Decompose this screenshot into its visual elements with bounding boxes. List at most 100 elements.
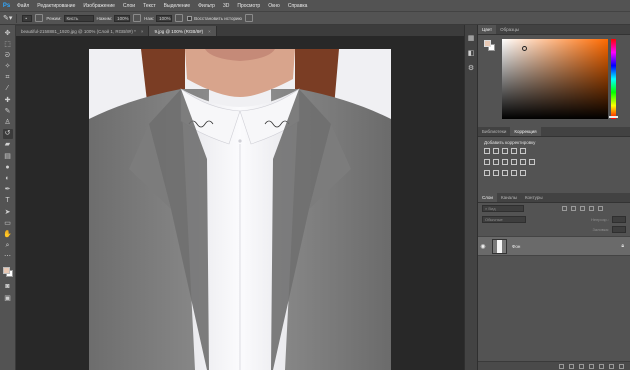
properties-panel-icon[interactable]: ◧: [467, 48, 476, 57]
actions-panel-icon[interactable]: ⚙: [467, 63, 476, 72]
brightness-contrast-icon[interactable]: [484, 148, 490, 154]
levels-icon[interactable]: [493, 148, 499, 154]
layer-row[interactable]: ◉ Фон 🔒︎: [478, 236, 630, 256]
menu-help[interactable]: Справка: [284, 3, 312, 9]
quick-select-tool-icon[interactable]: ✧: [3, 62, 13, 72]
type-tool-icon[interactable]: T: [3, 196, 13, 206]
mode-select[interactable]: Кисть: [63, 14, 94, 22]
photo-filter-icon[interactable]: [511, 159, 517, 165]
gradient-map-icon[interactable]: [511, 170, 517, 176]
blend-mode-select[interactable]: Обычные: [482, 215, 526, 223]
brush-preset-picker[interactable]: •: [20, 14, 33, 22]
layer-filter-select[interactable]: ⌕ Вид: [482, 205, 524, 212]
move-tool-icon[interactable]: ✥: [3, 28, 13, 38]
quick-mask-icon[interactable]: ◙: [3, 282, 13, 292]
gradient-tool-icon[interactable]: ▤: [3, 151, 13, 161]
tab-swatches[interactable]: Образцы: [496, 25, 523, 34]
close-icon[interactable]: ×: [141, 29, 144, 34]
menu-file[interactable]: Файл: [13, 3, 33, 9]
menu-view[interactable]: Просмотр: [233, 3, 264, 9]
new-group-icon[interactable]: [599, 363, 604, 369]
channel-mixer-icon[interactable]: [520, 159, 526, 165]
hue-slider-handle[interactable]: [609, 116, 618, 118]
exposure-icon[interactable]: [511, 148, 517, 154]
menu-type[interactable]: Текст: [139, 3, 160, 9]
tab-layers[interactable]: Слои: [478, 193, 497, 202]
color-panel-swatches[interactable]: [484, 40, 496, 52]
fill-field[interactable]: [612, 225, 626, 233]
layer-style-icon[interactable]: [569, 363, 574, 369]
adjustment-layer-icon[interactable]: [589, 363, 594, 369]
crop-tool-icon[interactable]: ⌗: [3, 73, 13, 83]
menu-3d[interactable]: 3D: [219, 3, 233, 9]
eyedropper-tool-icon[interactable]: ⁄: [3, 84, 13, 94]
document-tab[interactable]: beautiful-2158881_1920.jpg @ 100% (Слой …: [16, 26, 150, 36]
type-filter-icon[interactable]: [580, 206, 585, 211]
smart-object-filter-icon[interactable]: [598, 206, 603, 211]
pressure-size-icon[interactable]: [244, 14, 253, 22]
airbrush-icon[interactable]: [175, 14, 184, 22]
menu-image[interactable]: Изображение: [79, 3, 119, 9]
layer-name[interactable]: Фон: [512, 244, 520, 249]
history-brush-tool-icon[interactable]: ✎▾: [3, 14, 12, 22]
menu-edit[interactable]: Редактирование: [33, 3, 79, 9]
eraser-tool-icon[interactable]: ▰: [3, 140, 13, 150]
threshold-icon[interactable]: [502, 170, 508, 176]
menu-window[interactable]: Окно: [264, 3, 284, 9]
menu-filter[interactable]: Фильтр: [194, 3, 219, 9]
invert-icon[interactable]: [484, 170, 490, 176]
color-swatches[interactable]: [2, 266, 14, 278]
canvas-area[interactable]: [16, 36, 464, 370]
tab-adjustments[interactable]: Коррекция: [510, 127, 541, 136]
healing-brush-tool-icon[interactable]: ✚: [3, 95, 13, 105]
new-layer-icon[interactable]: [609, 363, 614, 369]
pen-tool-icon[interactable]: ✒: [3, 185, 13, 195]
document-tab-active[interactable]: 9.jpg @ 100% (RGB/8#) ×: [149, 26, 217, 36]
brush-tool-icon[interactable]: ✎: [3, 106, 13, 116]
more-tools-icon[interactable]: ⋯: [3, 252, 13, 262]
vibrance-icon[interactable]: [520, 148, 526, 154]
dodge-tool-icon[interactable]: ◐: [3, 173, 13, 183]
add-mask-icon[interactable]: [579, 363, 584, 369]
pressure-opacity-icon[interactable]: [133, 14, 142, 22]
opacity-field[interactable]: [612, 215, 626, 223]
tab-paths[interactable]: Контуры: [521, 193, 547, 202]
close-icon[interactable]: ×: [208, 29, 211, 34]
color-lookup-icon[interactable]: [529, 159, 535, 165]
curves-icon[interactable]: [502, 148, 508, 154]
shape-filter-icon[interactable]: [589, 206, 594, 211]
hue-slider[interactable]: [611, 39, 616, 119]
tab-channels[interactable]: Каналы: [497, 193, 521, 202]
tab-libraries[interactable]: Библиотеки: [478, 127, 510, 136]
path-selection-tool-icon[interactable]: ➤: [3, 207, 13, 217]
zoom-tool-icon[interactable]: ⌕: [3, 241, 13, 251]
hue-saturation-icon[interactable]: [484, 159, 490, 165]
rectangle-tool-icon[interactable]: ▭: [3, 218, 13, 228]
blur-tool-icon[interactable]: ●: [3, 162, 13, 172]
lasso-tool-icon[interactable]: ᘐ: [3, 50, 13, 60]
pixel-filter-icon[interactable]: [562, 206, 567, 211]
foreground-color-swatch[interactable]: [2, 266, 10, 274]
black-white-icon[interactable]: [502, 159, 508, 165]
restore-history-checkbox[interactable]: [187, 15, 193, 21]
foreground-color-swatch[interactable]: [484, 40, 491, 47]
clone-stamp-tool-icon[interactable]: ♙: [3, 118, 13, 128]
document-image[interactable]: [89, 49, 391, 370]
color-picker-cursor[interactable]: [522, 46, 527, 51]
brush-panel-icon[interactable]: [35, 14, 44, 22]
color-balance-icon[interactable]: [493, 159, 499, 165]
marquee-tool-icon[interactable]: ⬚: [3, 39, 13, 49]
menu-layers[interactable]: Слои: [119, 3, 139, 9]
color-field[interactable]: [502, 39, 608, 119]
history-brush-tool-icon[interactable]: ↺: [2, 128, 13, 139]
tab-color[interactable]: Цвет: [478, 25, 497, 34]
posterize-icon[interactable]: [493, 170, 499, 176]
selective-color-icon[interactable]: [520, 170, 526, 176]
hand-tool-icon[interactable]: ✋: [3, 229, 13, 239]
history-panel-icon[interactable]: ▦: [467, 33, 476, 42]
pressure-field[interactable]: 100%: [114, 14, 131, 22]
flow-field[interactable]: 100%: [156, 14, 173, 22]
screen-mode-icon[interactable]: ▣: [3, 293, 13, 303]
menu-select[interactable]: Выделение: [160, 3, 195, 9]
adjustment-filter-icon[interactable]: [571, 206, 576, 211]
